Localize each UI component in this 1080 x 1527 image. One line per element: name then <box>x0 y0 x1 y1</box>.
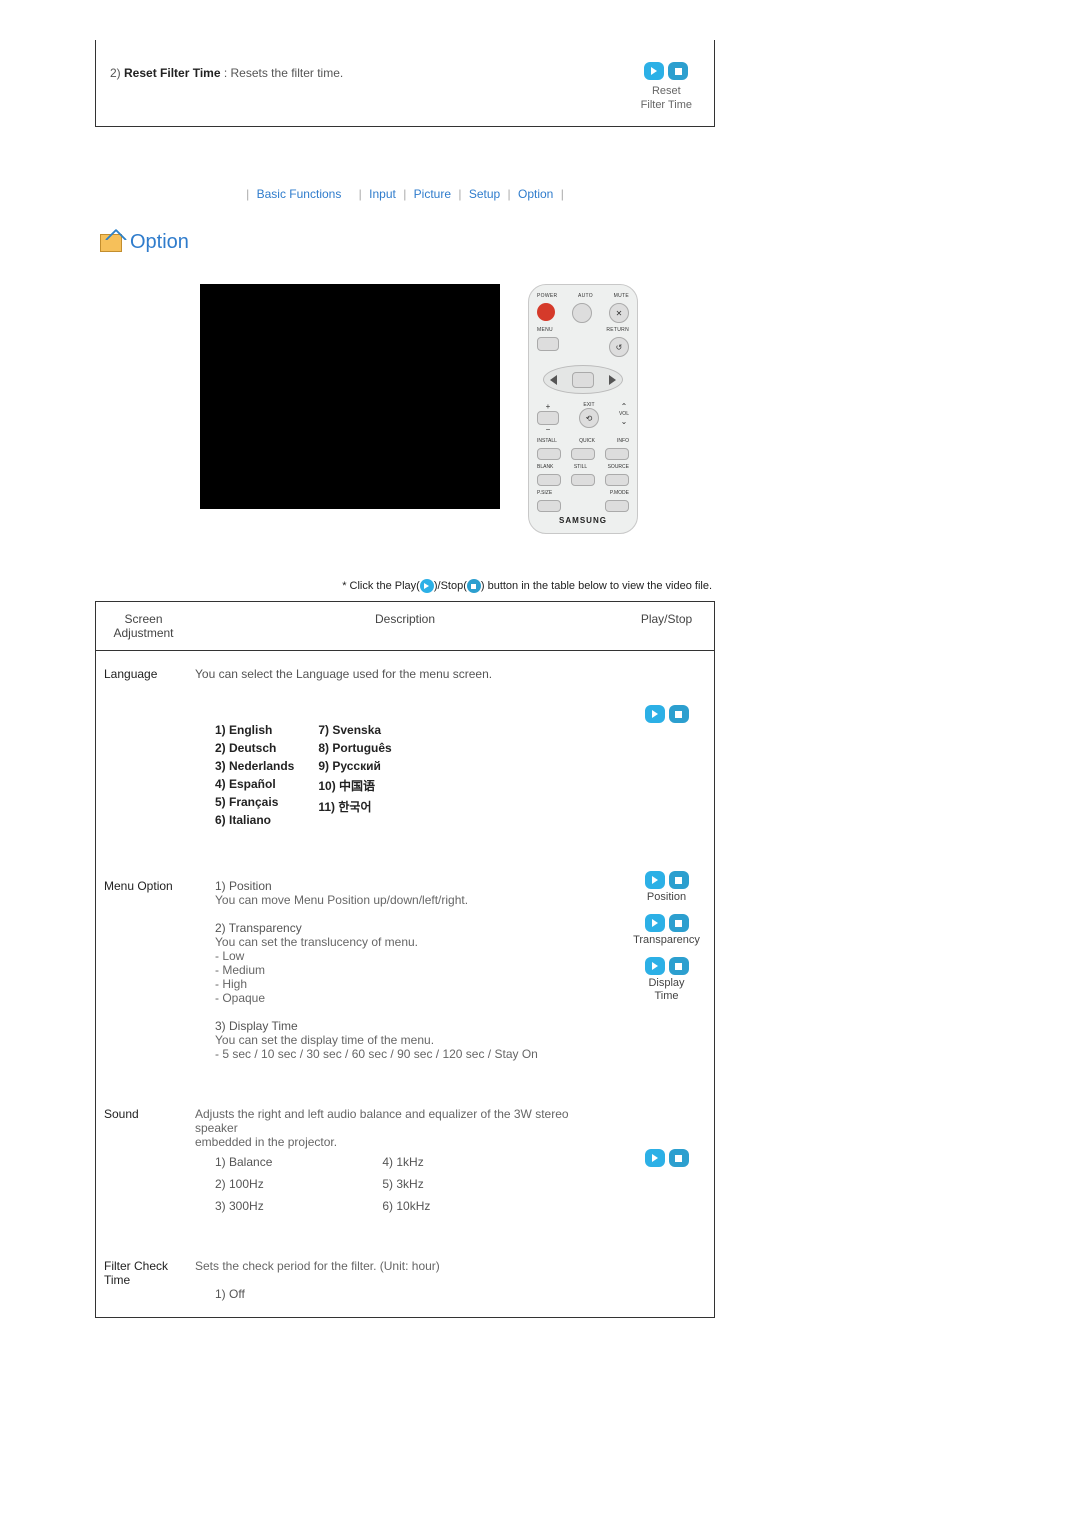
list-item: - Opaque <box>195 991 611 1005</box>
caption-display-time: DisplayTime <box>648 977 684 1003</box>
language-play-stop[interactable] <box>645 705 689 723</box>
stop-icon[interactable] <box>669 914 689 932</box>
top-play-stop[interactable] <box>644 62 688 80</box>
caption-position: Position <box>647 891 686 904</box>
col-screen-adjustment: ScreenAdjustment <box>96 602 191 650</box>
play-icon[interactable] <box>645 871 665 889</box>
caption-transparency: Transparency <box>633 934 700 947</box>
play-icon[interactable] <box>644 62 664 80</box>
stop-icon <box>467 579 481 593</box>
remote-power-button <box>537 303 555 321</box>
stop-icon[interactable] <box>668 62 688 80</box>
nav-picture[interactable]: Picture <box>414 187 451 201</box>
stop-icon[interactable] <box>669 705 689 723</box>
remote-menu-button <box>537 337 559 351</box>
hint-line: * Click the Play()/Stop() button in the … <box>0 579 712 593</box>
menuoption-displaytime-play-stop[interactable] <box>645 957 689 975</box>
option-table: ScreenAdjustment Description Play/Stop L… <box>95 601 715 1318</box>
sound-list: 1) Balance 2) 100Hz 3) 300Hz 4) 1kHz 5) … <box>195 1155 611 1213</box>
preview-screen <box>200 284 500 509</box>
remote-dpad <box>543 365 623 394</box>
top-box: 2) Reset Filter Time : Resets the filter… <box>95 40 715 127</box>
remote-brand: SAMSUNG <box>559 516 607 525</box>
menuoption-displaytime-desc: You can set the display time of the menu… <box>195 1033 611 1047</box>
sound-play-stop[interactable] <box>645 1149 689 1167</box>
section-nav: | Basic Functions | Input | Picture | Se… <box>0 187 810 201</box>
stop-icon[interactable] <box>669 871 689 889</box>
sound-desc: Adjusts the right and left audio balance… <box>195 1107 611 1135</box>
remote-auto-button <box>572 303 592 323</box>
menuoption-transparency-play-stop[interactable] <box>645 914 689 932</box>
reset-filter-line: 2) Reset Filter Time : Resets the filter… <box>110 66 343 80</box>
remote-zoom-button <box>537 411 559 425</box>
language-list: 1) English 2) Deutsch 3) Nederlands 4) E… <box>195 713 611 833</box>
stop-icon[interactable] <box>669 1149 689 1167</box>
list-item: - High <box>195 977 611 991</box>
play-icon[interactable] <box>645 914 665 932</box>
col-description: Description <box>191 602 619 650</box>
play-icon[interactable] <box>645 705 665 723</box>
list-item: - Medium <box>195 963 611 977</box>
nav-option[interactable]: Option <box>518 187 553 201</box>
nav-input[interactable]: Input <box>369 187 396 201</box>
col-play-stop: Play/Stop <box>619 602 714 650</box>
menuoption-position-play-stop[interactable] <box>645 871 689 889</box>
row-language-desc: You can select the Language used for the… <box>191 657 619 691</box>
menuoption-displaytime-items: - 5 sec / 10 sec / 30 sec / 60 sec / 90 … <box>195 1047 611 1061</box>
remote-return-button: ↺ <box>609 337 629 357</box>
remote-control: POWERAUTOMUTE ✕ MENURETURN ↺ <box>528 284 638 534</box>
menuoption-position-desc: You can move Menu Position up/down/left/… <box>195 893 611 907</box>
sound-desc: embedded in the projector. <box>195 1135 611 1149</box>
remote-exit-button: ⟲ <box>579 408 599 428</box>
reset-filter-caption: Reset Filter Time <box>641 84 692 112</box>
menuoption-displaytime-title: 3) Display Time <box>195 1019 611 1033</box>
nav-setup[interactable]: Setup <box>469 187 500 201</box>
play-icon[interactable] <box>645 957 665 975</box>
row-menuoption-label: Menu Option <box>96 869 191 1071</box>
row-sound-label: Sound <box>96 1097 191 1223</box>
stop-icon[interactable] <box>669 957 689 975</box>
menuoption-position-title: 1) Position <box>195 879 611 893</box>
remote-mute-button: ✕ <box>609 303 629 323</box>
row-language-label: Language <box>96 657 191 691</box>
filter-desc: Sets the check period for the filter. (U… <box>195 1259 611 1273</box>
menuoption-transparency-title: 2) Transparency <box>195 921 611 935</box>
list-item: 1) Off <box>195 1287 611 1301</box>
play-icon <box>420 579 434 593</box>
nav-basic-functions[interactable]: Basic Functions <box>257 187 342 201</box>
option-folder-icon <box>100 234 122 252</box>
option-title: Option <box>130 231 189 254</box>
menuoption-transparency-desc: You can set the translucency of menu. <box>195 935 611 949</box>
list-item: - Low <box>195 949 611 963</box>
row-filter-label: Filter CheckTime <box>96 1249 191 1311</box>
play-icon[interactable] <box>645 1149 665 1167</box>
